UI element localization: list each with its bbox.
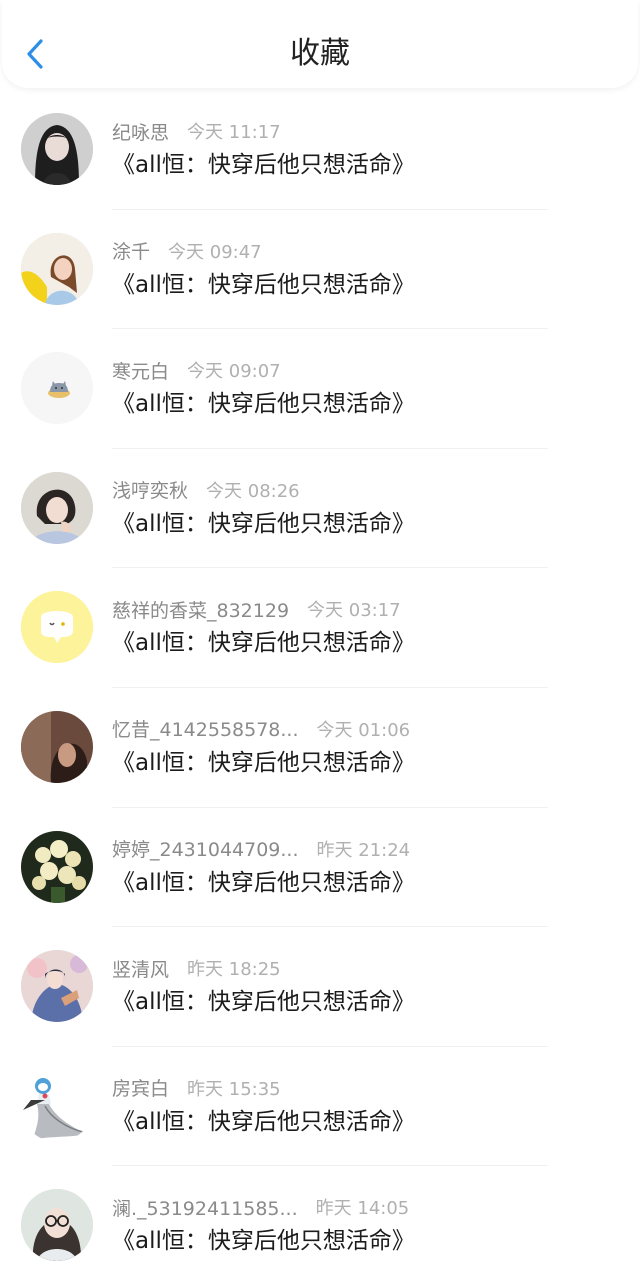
user-name[interactable]: 慈祥的香菜_832129 [112,596,289,623]
list-item[interactable]: 慈祥的香菜_832129 今天 03:17 《all恒：快穿后他只想活命》 [0,568,640,688]
user-name[interactable]: 忆昔_4142558578... [112,715,299,742]
item-meta: 婷婷_2431044709... 昨天 21:24 [112,836,410,862]
list-item[interactable]: 浅哼奕秋 今天 08:26 《all恒：快穿后他只想活命》 [0,449,640,569]
user-name[interactable]: 房宾白 [112,1074,169,1101]
item-meta: 房宾白 昨天 15:35 [112,1075,281,1101]
dim-portrait-avatar[interactable] [21,710,93,783]
timestamp: 昨天 21:24 [316,839,411,861]
item-meta: 浅哼奕秋 今天 08:26 [112,477,300,503]
item-meta: 澜._53192411585... 昨天 14:05 [112,1194,409,1220]
flower-bouquet-avatar[interactable] [21,830,93,903]
list-item[interactable]: 寒元白 今天 09:07 《all恒：快穿后他只想活命》 [0,329,640,449]
timestamp: 今天 08:26 [206,480,300,502]
timestamp: 昨天 18:25 [187,959,281,981]
timestamp: 昨天 14:05 [315,1198,410,1220]
gardevoir-avatar[interactable] [21,1069,93,1142]
yellow-jacket-girl-avatar[interactable] [21,232,93,305]
book-title[interactable]: 《all恒：快穿后他只想活命》 [112,1224,415,1258]
timestamp: 今天 01:06 [316,719,411,741]
book-title[interactable]: 《all恒：快穿后他只想活命》 [112,626,415,660]
item-meta: 慈祥的香菜_832129 今天 03:17 [112,596,401,622]
user-name[interactable]: 寒元白 [112,357,169,384]
dark-hair-girl-avatar[interactable] [21,113,93,185]
item-meta: 纪咏思 今天 11:17 [112,118,281,144]
user-name[interactable]: 婷婷_2431044709... [112,835,299,862]
user-name[interactable]: 纪咏思 [112,118,169,145]
timestamp: 今天 09:07 [187,361,281,383]
book-title[interactable]: 《all恒：快穿后他只想活命》 [112,985,415,1019]
book-title[interactable]: 《all恒：快穿后他只想活命》 [112,268,415,302]
list-item[interactable]: 纪咏思 今天 11:17 《all恒：快穿后他只想活命》 [0,90,640,210]
list-item[interactable]: 忆昔_4142558578... 今天 01:06 《all恒：快穿后他只想活命… [0,688,640,808]
user-name[interactable]: 涂千 [112,237,150,264]
user-name[interactable]: 澜._53192411585... [112,1194,298,1221]
list-item[interactable]: 房宾白 昨天 15:35 《all恒：快穿后他只想活命》 [0,1047,640,1167]
item-meta: 寒元白 今天 09:07 [112,357,281,383]
glasses-girl-avatar[interactable] [21,1189,93,1262]
top-bar: 收藏 [2,0,638,88]
list-item[interactable]: 婷婷_2431044709... 昨天 21:24 《all恒：快穿后他只想活命… [0,808,640,928]
list-item[interactable]: 涂千 今天 09:47 《all恒：快穿后他只想活命》 [0,210,640,330]
user-name[interactable]: 竖清风 [112,955,169,982]
book-title[interactable]: 《all恒：快穿后他只想活命》 [112,387,415,421]
yellow-chat-bubble-avatar[interactable] [21,591,93,664]
book-title[interactable]: 《all恒：快穿后他只想活命》 [112,746,415,780]
timestamp: 今天 09:47 [168,241,262,263]
item-meta: 竖清风 昨天 18:25 [112,955,281,981]
list-item[interactable]: 竖清风 昨天 18:25 《all恒：快穿后他只想活命》 [0,927,640,1047]
list-item[interactable]: 澜._53192411585... 昨天 14:05 《all恒：快穿后他只想活… [0,1166,640,1286]
favorites-list: 纪咏思 今天 11:17 《all恒：快穿后他只想活命》 涂千 今天 09:47 [0,90,640,1286]
book-title[interactable]: 《all恒：快穿后他只想活命》 [112,1105,415,1139]
book-title[interactable]: 《all恒：快穿后他只想活命》 [112,507,415,541]
timestamp: 昨天 15:35 [187,1078,281,1100]
book-title[interactable]: 《all恒：快穿后他只想活命》 [112,148,415,182]
user-name[interactable]: 浅哼奕秋 [112,476,188,503]
timestamp: 今天 03:17 [307,600,401,622]
anime-illustration-avatar[interactable] [21,950,93,1023]
girl-photo-avatar[interactable] [21,471,93,544]
item-meta: 涂千 今天 09:47 [112,238,262,264]
cat-icon-avatar[interactable] [21,352,93,425]
favorites-page: 收藏 纪咏思 今天 11:17 《all恒：快穿后他只想活命》 涂千 今天 09… [0,0,640,1287]
item-meta: 忆昔_4142558578... 今天 01:06 [112,716,410,742]
timestamp: 今天 11:17 [187,122,281,143]
page-title: 收藏 [290,36,350,71]
book-title[interactable]: 《all恒：快穿后他只想活命》 [112,866,415,900]
